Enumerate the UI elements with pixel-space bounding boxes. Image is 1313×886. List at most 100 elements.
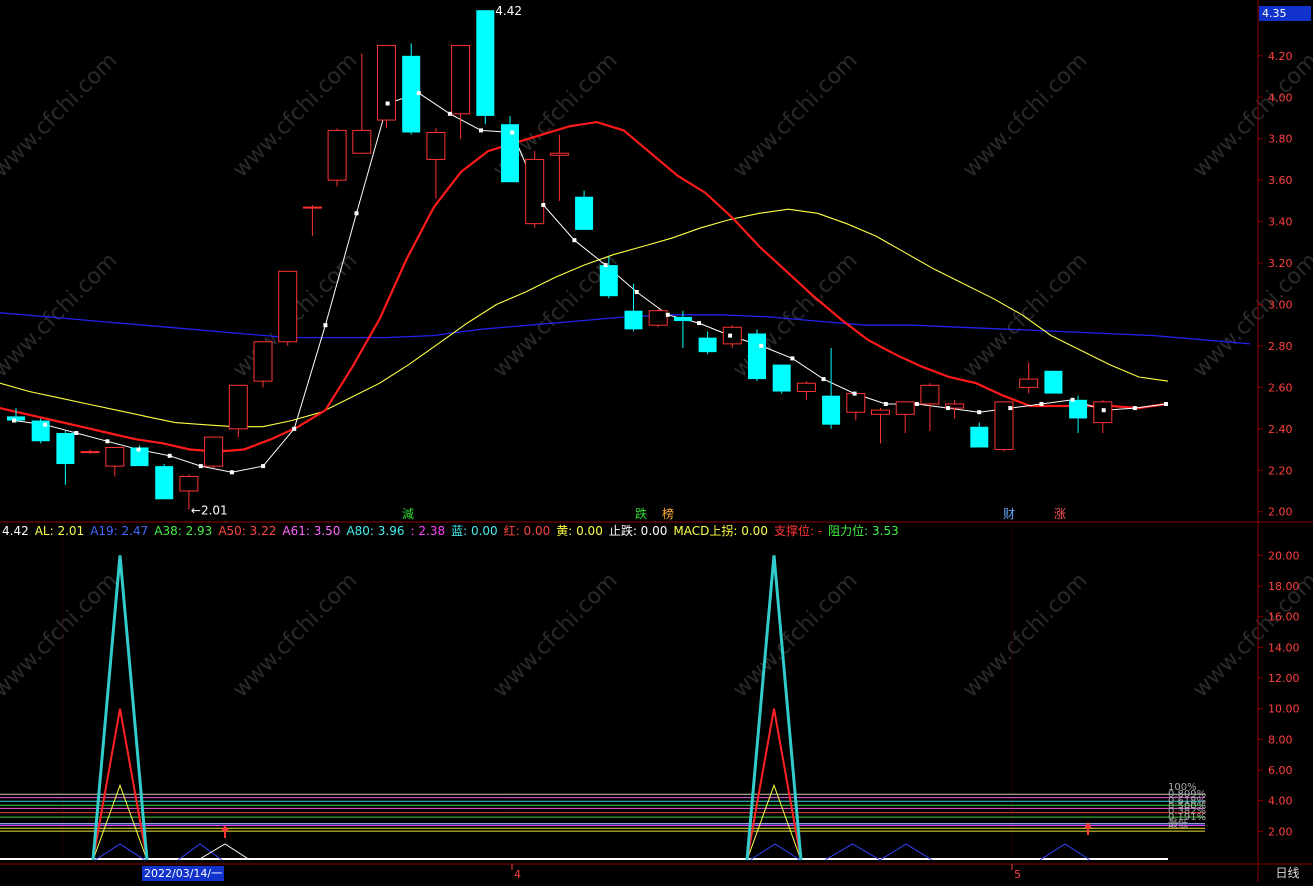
price-tick-label: 2.80: [1268, 340, 1293, 353]
ma5-point: [1101, 408, 1106, 413]
ma5-point: [759, 343, 764, 348]
indicator-tick-label: 12.00: [1268, 672, 1300, 685]
price-tick-label: 3.20: [1268, 257, 1293, 270]
candle-body: [1044, 370, 1063, 394]
indicator-small-peak: [824, 843, 881, 861]
watermark-text: www.cfchi.com: [228, 568, 362, 702]
candle-down: [402, 43, 421, 135]
ma5-point: [43, 422, 48, 427]
candle-up: [722, 325, 742, 348]
candle-down: [822, 348, 841, 429]
ma5-point: [821, 377, 826, 382]
legend-item: 阻力位: 3.53: [828, 524, 899, 538]
candle-down: [501, 115, 519, 183]
candle-down: [476, 10, 495, 125]
candle-body: [920, 384, 940, 405]
candle-up: [648, 308, 668, 328]
candle-body: [525, 158, 545, 225]
ma5-point: [136, 447, 141, 452]
candle-up: [80, 449, 100, 454]
period-tab-daily[interactable]: 日线: [1262, 865, 1313, 882]
legend-item: A50: 3.22: [218, 524, 277, 538]
legend-item: A61: 3.50: [282, 524, 341, 538]
ma5-point: [323, 323, 328, 328]
ma5-point: [74, 431, 79, 435]
signal-marker-2: 跌: [635, 506, 647, 521]
up-arrow-head: [1084, 822, 1092, 828]
candle-body: [56, 432, 75, 465]
ma5-point: [354, 211, 359, 216]
ma5-point: [229, 470, 234, 475]
ma5-point: [292, 426, 297, 431]
watermark-text: www.cfchi.com: [958, 248, 1092, 382]
legend-item: A80: 3.96: [346, 524, 405, 538]
candle-up: [302, 205, 322, 237]
time-tick-label: 5: [1014, 868, 1021, 881]
ma5-point: [665, 312, 670, 317]
ma5-point: [946, 406, 951, 411]
candle-up: [549, 134, 569, 201]
ma5-point: [479, 128, 483, 133]
candle-up: [846, 391, 866, 421]
indicator-tick-label: 16.00: [1268, 611, 1300, 624]
legend-item: MACD上拐: 0.00: [673, 524, 768, 538]
candle-body: [228, 384, 248, 430]
legend-item: 红: 0.00: [503, 524, 551, 538]
candle-up: [105, 446, 125, 477]
ma5-point: [697, 321, 701, 326]
indicator-small-peak: [749, 843, 801, 861]
candle-down: [56, 430, 75, 485]
ma5-point: [510, 130, 515, 135]
ma5-point: [1070, 397, 1075, 402]
candle-body: [624, 310, 643, 330]
stock-chart-canvas[interactable]: www.cfchi.com www.cfchi.com www.cfchi.com w…: [0, 0, 1313, 882]
candle-body: [302, 206, 322, 209]
candle-down: [748, 329, 766, 382]
legend-item: 支撑位: -: [773, 524, 823, 538]
candle-down: [155, 464, 174, 500]
indicator-small-peak: [1039, 843, 1091, 861]
signal-marker-3: 榜: [662, 506, 674, 521]
ma5-point: [603, 263, 608, 268]
chart-grid: [0, 0, 1313, 882]
candle-body: [722, 326, 742, 345]
indicator-tick-label: 8.00: [1268, 733, 1293, 746]
legend-item: A19: 2.47: [90, 524, 149, 538]
candle-up: [895, 401, 915, 433]
watermark-text: www.cfchi.com: [728, 48, 862, 182]
candle-body: [599, 265, 618, 297]
candle-body: [1093, 401, 1113, 424]
ma20-line: [0, 208, 1169, 428]
low-price-label: ←2.01: [191, 504, 228, 518]
candle-up: [278, 270, 298, 346]
time-tick-label: 4: [514, 868, 521, 881]
ma5-point: [167, 453, 172, 458]
candle-body: [796, 382, 816, 393]
indicator-tick-label: 14.00: [1268, 641, 1300, 654]
ma5-point: [105, 439, 110, 444]
candle-down: [31, 418, 50, 444]
ma5-point: [541, 203, 546, 207]
indicator-small-peak: [197, 843, 251, 861]
legend-item: AL: 2.01: [34, 524, 85, 538]
watermark-text: www.cfchi.com: [728, 568, 862, 702]
ma5-point: [572, 238, 577, 243]
yellow-spike: [746, 783, 802, 861]
price-tick-label: 2.60: [1268, 381, 1293, 394]
candle-body: [327, 129, 347, 181]
candle-up: [451, 44, 471, 139]
price-tick-label: 2.00: [1268, 506, 1293, 519]
indicator-tick-label: 2.00: [1268, 825, 1293, 838]
ma5-point: [634, 290, 639, 294]
candle-up: [796, 381, 816, 400]
candle-body: [501, 124, 519, 183]
watermark-text: www.cfchi.com: [958, 48, 1092, 182]
indicator-small-peak: [94, 843, 146, 861]
signal-marker-4: 财: [1003, 507, 1015, 521]
candle-body: [822, 395, 841, 425]
watermark-text: www.cfchi.com: [1188, 248, 1313, 382]
candle-body: [278, 270, 298, 343]
candle-body: [253, 341, 273, 382]
indicator-small-peak: [879, 843, 933, 861]
candle-body: [105, 446, 125, 467]
